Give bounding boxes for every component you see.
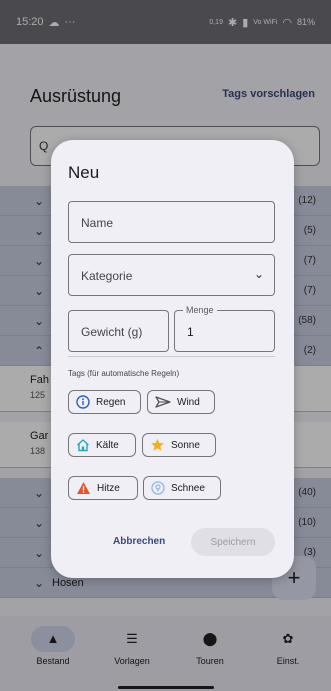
quantity-field[interactable]: Menge 1 <box>174 305 275 352</box>
tag-label: Wind <box>177 396 200 408</box>
warning-icon <box>77 482 90 494</box>
new-item-dialog: Neu Name Kategorie ⌄ Gewicht (g) Menge 1… <box>51 140 294 578</box>
tag-chip-schnee[interactable]: Schnee <box>143 476 221 500</box>
paper-plane-icon <box>155 396 171 408</box>
tag-label: Regen <box>96 396 126 408</box>
weight-field[interactable]: Gewicht (g) <box>68 310 169 352</box>
house-icon <box>77 439 89 452</box>
cancel-button[interactable]: Abbrechen <box>113 531 165 551</box>
tag-chip-hitze[interactable]: Hitze <box>68 476 138 500</box>
tag-label: Kälte <box>96 439 119 451</box>
category-placeholder: Kategorie <box>81 269 133 283</box>
divider <box>68 356 275 357</box>
tag-label: Schnee <box>171 482 205 494</box>
tag-chip-sonne[interactable]: Sonne <box>142 433 216 457</box>
quantity-value: 1 <box>187 325 194 339</box>
star-icon <box>151 438 164 451</box>
weight-placeholder: Gewicht (g) <box>81 325 143 339</box>
info-circle-icon <box>76 395 90 409</box>
category-dropdown[interactable]: Kategorie ⌄ <box>68 254 275 296</box>
tags-caption: Tags (für automatische Regeln) <box>68 369 180 378</box>
name-placeholder: Name <box>81 216 114 230</box>
tag-label: Hitze <box>97 482 120 494</box>
tag-label: Sonne <box>171 439 200 451</box>
name-field[interactable]: Name <box>68 201 275 243</box>
save-button[interactable]: Speichern <box>191 528 275 556</box>
tag-chip-wind[interactable]: Wind <box>147 390 215 414</box>
tag-chip-regen[interactable]: Regen <box>68 390 141 414</box>
tag-chip-kaelte[interactable]: Kälte <box>68 433 136 457</box>
location-icon <box>151 481 165 495</box>
chevron-down-icon: ⌄ <box>253 267 264 281</box>
quantity-label: Menge <box>183 305 217 315</box>
dialog-title: Neu <box>68 163 100 182</box>
